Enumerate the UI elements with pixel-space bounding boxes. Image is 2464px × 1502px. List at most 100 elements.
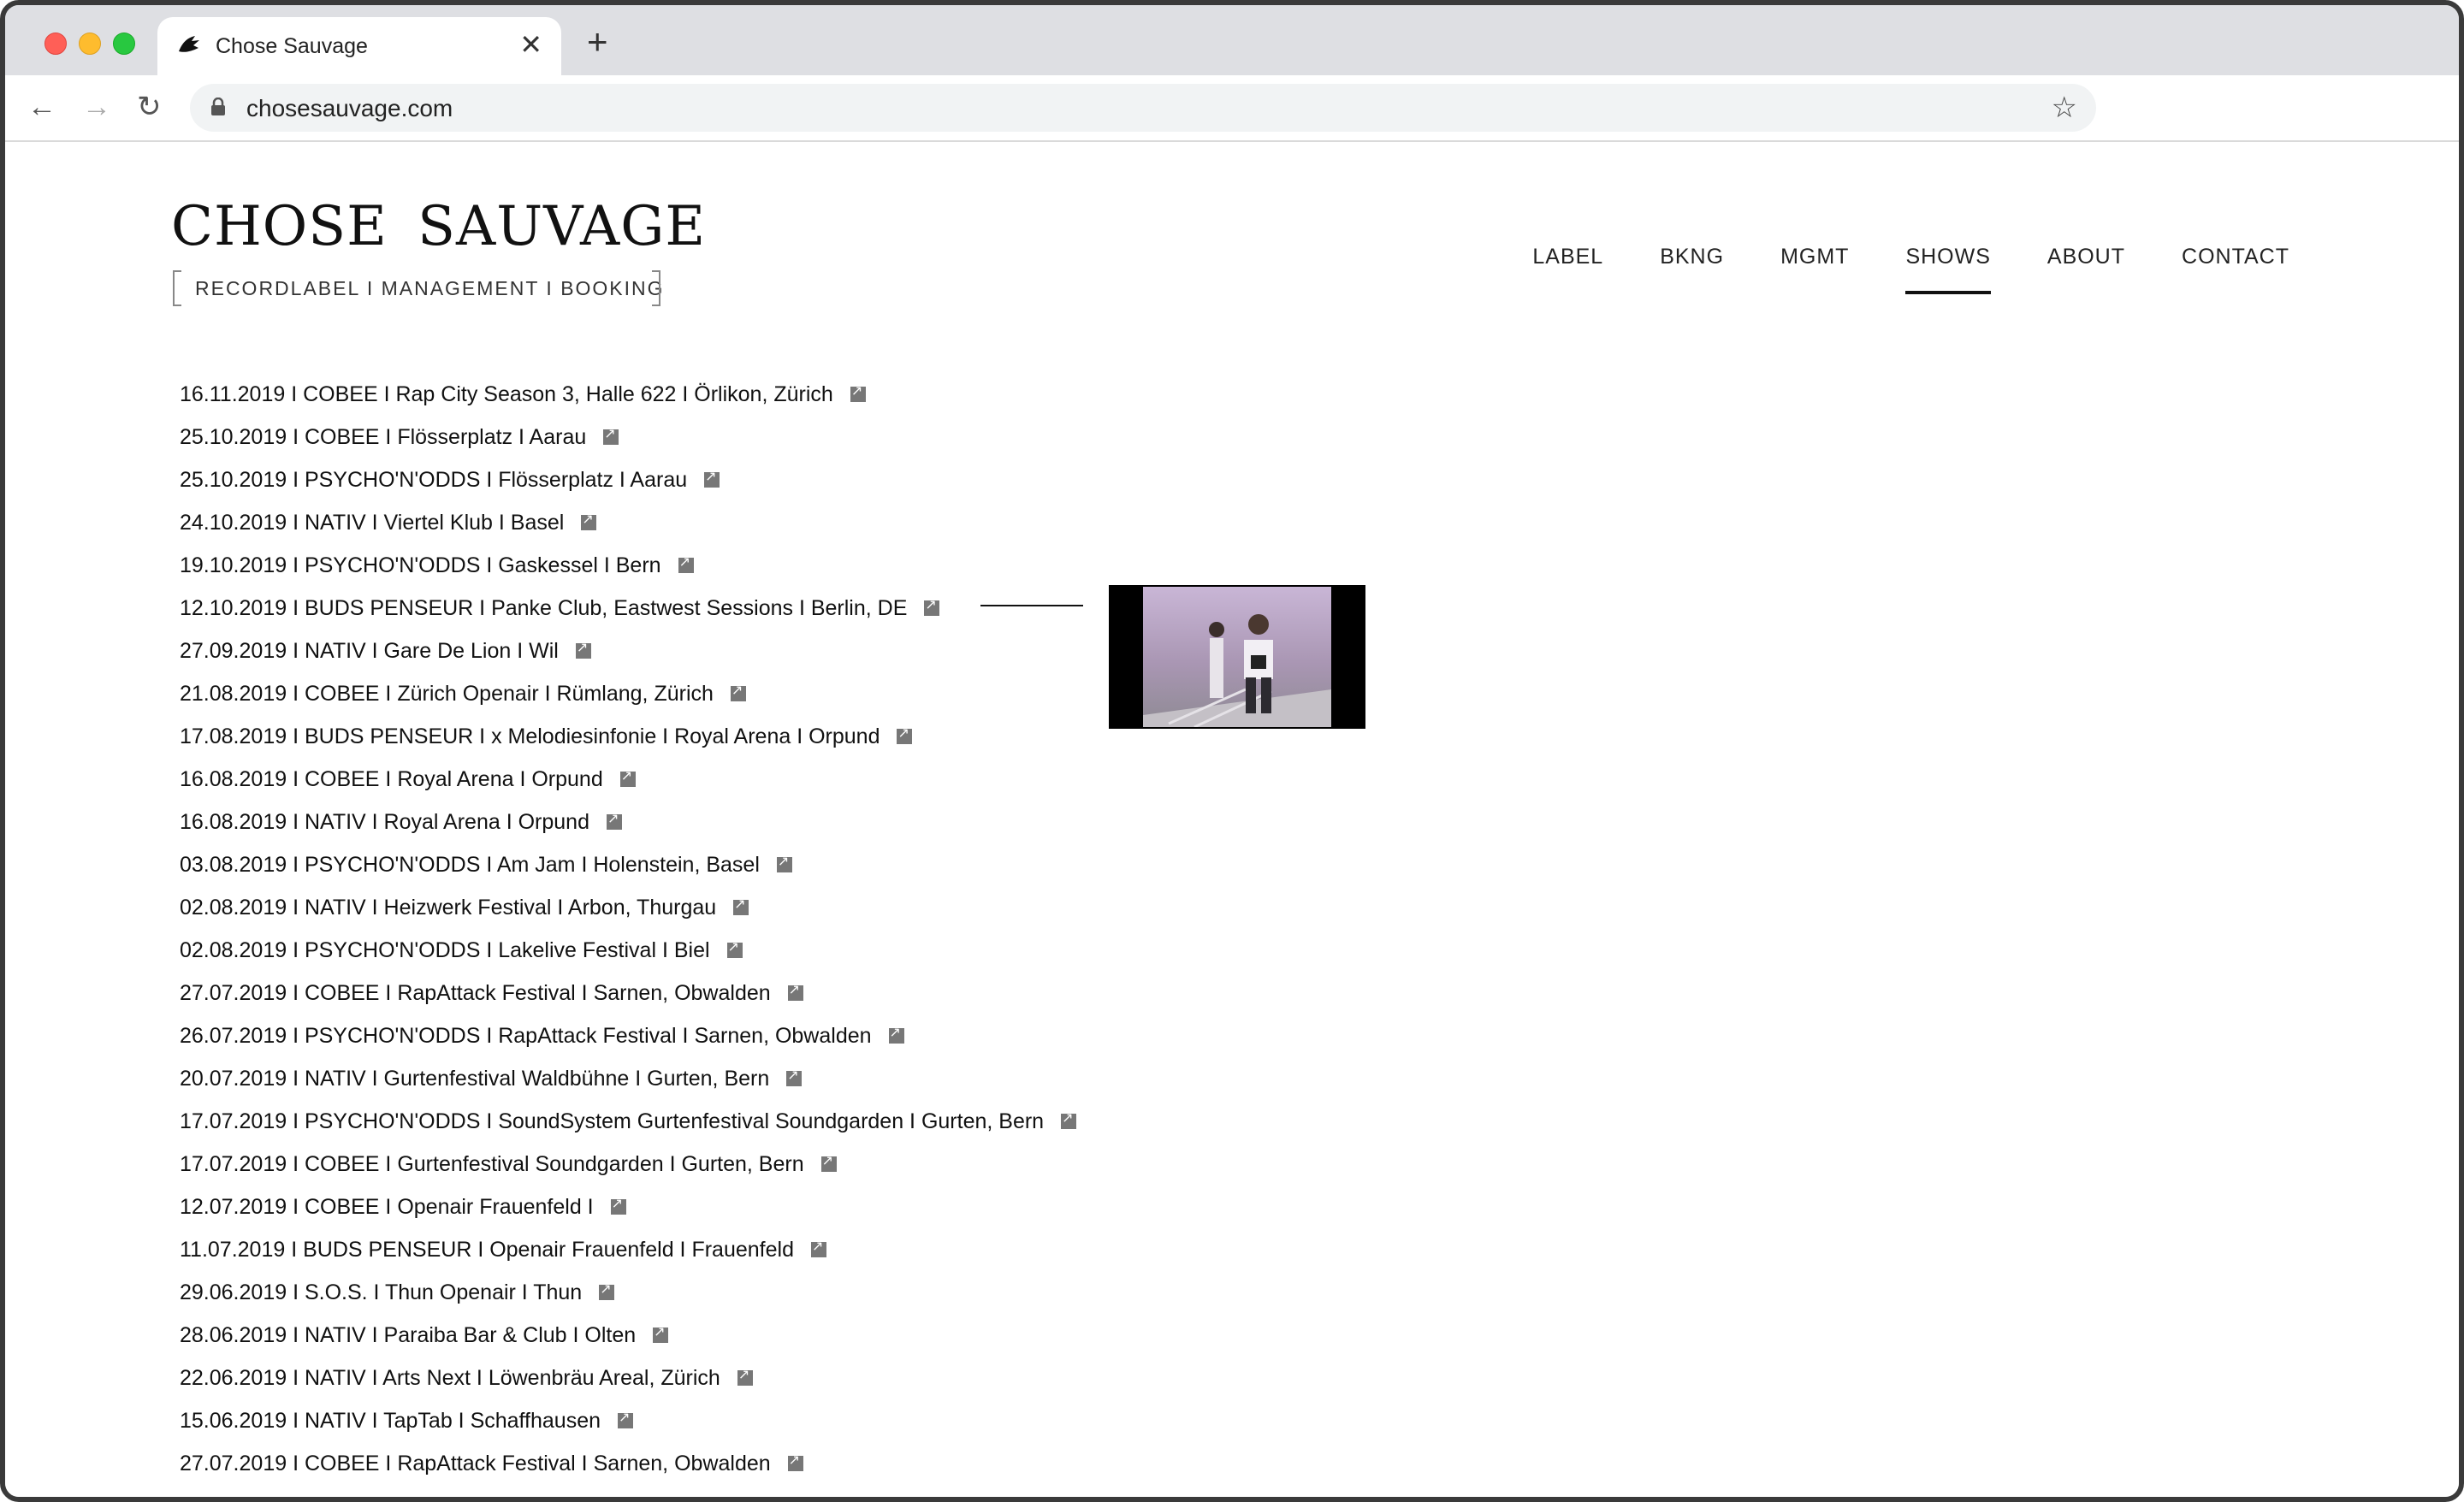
external-link-icon[interactable] bbox=[704, 468, 720, 488]
external-link-icon[interactable] bbox=[610, 1195, 626, 1215]
show-text: 03.08.2019 I PSYCHO'N'ODDS I Am Jam I Ho… bbox=[180, 852, 760, 877]
nav-item-bkng[interactable]: BKNG bbox=[1660, 245, 1724, 269]
show-row: 16.08.2019 I NATIV I Royal Arena I Orpun… bbox=[180, 801, 1076, 843]
browser-toolbar: ← → ↻ chosesauvage.com ☆ bbox=[5, 75, 2459, 142]
show-row: 15.06.2019 I NATIV I TapTab I Schaffhaus… bbox=[180, 1399, 1076, 1442]
tab-strip: Chose Sauvage ✕ + bbox=[5, 5, 2459, 75]
external-link-icon[interactable] bbox=[606, 810, 622, 830]
show-row: 26.07.2019 I PSYCHO'N'ODDS I RapAttack F… bbox=[180, 1014, 1076, 1057]
external-link-icon[interactable] bbox=[726, 938, 743, 958]
external-link-icon[interactable] bbox=[890, 1494, 901, 1497]
performers-image bbox=[1143, 587, 1331, 727]
tab-close-icon[interactable]: ✕ bbox=[519, 29, 542, 60]
show-row: 12.07.2019 I COBEE I Openair Frauenfeld … bbox=[180, 1186, 1076, 1228]
reload-icon[interactable]: ↻ bbox=[137, 91, 162, 123]
external-link-icon[interactable] bbox=[787, 1452, 803, 1471]
nav-item-shows[interactable]: SHOWS bbox=[1905, 245, 1992, 294]
maximize-window-button[interactable] bbox=[113, 33, 135, 55]
show-row: 28.06.2019 I NATIV I Paraiba Bar & Club … bbox=[180, 1314, 1076, 1357]
site-logo[interactable]: CHOSE SAUVAGE bbox=[171, 195, 706, 258]
url-text[interactable]: chosesauvage.com bbox=[246, 95, 453, 122]
back-arrow-icon[interactable]: ← bbox=[27, 91, 56, 123]
external-link-icon[interactable] bbox=[924, 596, 940, 616]
logo-tagline: RECORDLABEL I MANAGEMENT I BOOKING bbox=[173, 270, 663, 306]
show-text: 20.07.2019 I NATIV I Gurtenfestival Wald… bbox=[180, 1066, 770, 1091]
nav-item-contact[interactable]: CONTACT bbox=[2182, 245, 2289, 269]
external-link-icon[interactable] bbox=[603, 425, 619, 445]
show-row: 02.08.2019 I NATIV I Heizwerk Festival I… bbox=[180, 886, 1076, 929]
show-row: 19.10.2019 I PSYCHO'N'ODDS I Gaskessel I… bbox=[180, 544, 1076, 587]
active-tab[interactable]: Chose Sauvage ✕ bbox=[157, 17, 561, 75]
show-row: 03.08.2019 I PSYCHO'N'ODDS I Am Jam I Ho… bbox=[180, 843, 1076, 886]
bracket-left bbox=[173, 270, 183, 306]
show-text: 16.11.2019 I COBEE I Rap City Season 3, … bbox=[180, 381, 833, 406]
external-link-icon[interactable] bbox=[888, 1024, 904, 1044]
video-preview-thumbnail[interactable] bbox=[1109, 585, 1365, 729]
page-viewport: CHOSE SAUVAGE RECORDLABEL I MANAGEMENT I… bbox=[5, 142, 2459, 1498]
external-link-icon[interactable] bbox=[810, 1238, 826, 1257]
show-row: 27.07.2019 I COBEE I RapAttack Festival … bbox=[180, 972, 1076, 1014]
show-text: 12.07.2019 I COBEE I Openair Frauenfeld … bbox=[180, 1194, 594, 1219]
external-link-icon[interactable] bbox=[820, 1152, 837, 1172]
close-window-button[interactable] bbox=[44, 33, 67, 55]
show-row: 21.08.2019 I COBEE I Zürich Openair I Rü… bbox=[180, 672, 1076, 715]
external-link-icon[interactable] bbox=[581, 511, 597, 530]
external-link-icon[interactable] bbox=[897, 724, 913, 744]
show-text: 16.08.2019 I COBEE I Royal Arena I Orpun… bbox=[180, 766, 603, 791]
show-row: 17.08.2019 I BUDS PENSEUR I x Melodiesin… bbox=[180, 715, 1076, 758]
show-row: 27.09.2019 I NATIV I Gare De Lion I Wil bbox=[180, 630, 1076, 672]
external-link-icon[interactable] bbox=[599, 1280, 615, 1300]
show-text: 25.10.2019 I COBEE I Flösserplatz I Aara… bbox=[180, 424, 587, 449]
external-link-icon[interactable] bbox=[678, 553, 694, 573]
show-text: 29.06.2019 I S.O.S. I Thun Openair I Thu… bbox=[180, 1280, 583, 1304]
external-link-icon[interactable] bbox=[730, 682, 746, 701]
bookmark-star-icon[interactable]: ☆ bbox=[2052, 91, 2077, 125]
external-link-icon[interactable] bbox=[787, 981, 803, 1001]
show-text: 02.08.2019 I PSYCHO'N'ODDS I Lakelive Fe… bbox=[180, 937, 710, 962]
show-text: 24.10.2019 I NATIV I Viertel Klub I Base… bbox=[180, 510, 565, 535]
bird-favicon-icon bbox=[179, 36, 199, 52]
external-link-icon[interactable] bbox=[786, 1067, 803, 1086]
show-row: 16.11.2019 I COBEE I Rap City Season 3, … bbox=[180, 373, 1076, 416]
external-link-icon[interactable] bbox=[737, 1366, 753, 1386]
show-text: 02.08.2019 I NATIV I Heizwerk Festival I… bbox=[180, 895, 717, 920]
minimize-window-button[interactable] bbox=[79, 33, 101, 55]
show-text: 22.06.2019 I NATIV I Arts Next I Löwenbr… bbox=[180, 1365, 720, 1390]
show-row: 17.07.2019 I COBEE I Gurtenfestival Soun… bbox=[180, 1143, 1076, 1186]
show-row: 27.07.2019 I COBEE I RapAttack Festival … bbox=[180, 1442, 1076, 1485]
address-bar[interactable]: chosesauvage.com ☆ bbox=[190, 84, 2096, 132]
nav-item-mgmt[interactable]: MGMT bbox=[1780, 245, 1849, 269]
show-row: 24.10.2019 I NATIV I Viertel Klub I Base… bbox=[180, 501, 1076, 544]
external-link-icon[interactable] bbox=[733, 896, 749, 915]
show-text: 16.08.2019 I NATIV I Royal Arena I Orpun… bbox=[180, 809, 589, 834]
show-row: 12.10.2019 I BUDS PENSEUR I Panke Club, … bbox=[180, 587, 1076, 630]
show-text: 26.07.2019 I PSYCHO'N'ODDS I RapAttack F… bbox=[180, 1494, 872, 1498]
show-row: 02.08.2019 I PSYCHO'N'ODDS I Lakelive Fe… bbox=[180, 929, 1076, 972]
new-tab-button[interactable]: + bbox=[587, 24, 608, 60]
show-row: 22.06.2019 I NATIV I Arts Next I Löwenbr… bbox=[180, 1357, 1076, 1399]
hover-connector-line bbox=[980, 605, 1083, 606]
external-link-icon[interactable] bbox=[776, 853, 792, 872]
show-text: 17.07.2019 I PSYCHO'N'ODDS I SoundSystem… bbox=[180, 1109, 1045, 1133]
tab-title: Chose Sauvage bbox=[216, 34, 368, 58]
external-link-icon[interactable] bbox=[619, 767, 636, 787]
show-row: 25.10.2019 I COBEE I Flösserplatz I Aara… bbox=[180, 416, 1076, 458]
show-text: 27.09.2019 I NATIV I Gare De Lion I Wil bbox=[180, 638, 559, 663]
external-link-icon[interactable] bbox=[653, 1323, 669, 1343]
nav-item-label[interactable]: LABEL bbox=[1532, 245, 1603, 269]
nav-item-about[interactable]: ABOUT bbox=[2047, 245, 2125, 269]
external-link-icon[interactable] bbox=[1061, 1109, 1077, 1129]
show-row: 20.07.2019 I NATIV I Gurtenfestival Wald… bbox=[180, 1057, 1076, 1100]
show-text: 25.10.2019 I PSYCHO'N'ODDS I Flösserplat… bbox=[180, 467, 688, 492]
show-row: 25.10.2019 I PSYCHO'N'ODDS I Flösserplat… bbox=[180, 458, 1076, 501]
external-link-icon[interactable] bbox=[575, 639, 591, 659]
external-link-icon[interactable] bbox=[618, 1409, 634, 1428]
forward-arrow-icon[interactable]: → bbox=[82, 91, 111, 123]
external-link-icon[interactable] bbox=[850, 382, 866, 402]
show-row: 16.08.2019 I COBEE I Royal Arena I Orpun… bbox=[180, 758, 1076, 801]
show-text: 21.08.2019 I COBEE I Zürich Openair I Rü… bbox=[180, 681, 714, 706]
bracket-right bbox=[650, 270, 660, 306]
show-row: 11.07.2019 I BUDS PENSEUR I Openair Frau… bbox=[180, 1228, 1076, 1271]
show-text: 27.07.2019 I COBEE I RapAttack Festival … bbox=[180, 980, 771, 1005]
lock-icon bbox=[211, 98, 225, 115]
